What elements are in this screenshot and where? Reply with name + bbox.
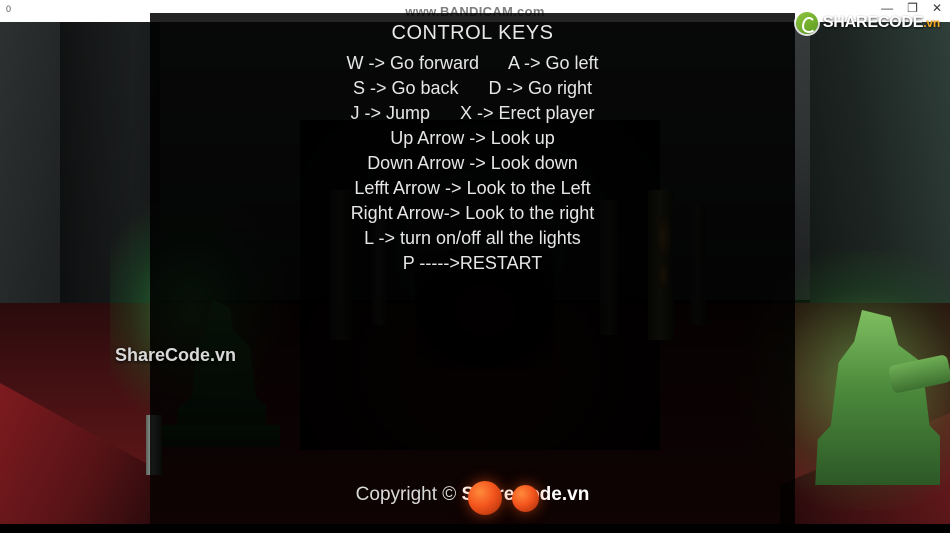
orange-sphere <box>512 485 539 512</box>
sharecode-center-watermark: ShareCode.vn <box>115 345 237 365</box>
control-key-line: P ----->RESTART <box>402 253 543 273</box>
control-key-line: S -> Go back D -> Go right <box>352 78 593 98</box>
copyright-prefix: Copyright © <box>355 484 462 505</box>
control-key-line: Lefft Arrow -> Look to the Left <box>354 178 591 198</box>
control-key-line: J -> Jump X -> Erect player <box>350 103 595 123</box>
orange-sphere <box>468 481 502 515</box>
control-key-line: W -> Go forward A -> Go left <box>346 53 599 73</box>
control-key-line: Up Arrow -> Look up <box>390 128 555 148</box>
control-key-line: Right Arrow-> Look to the right <box>350 203 595 223</box>
game-screenshot: 0 — ❐ ✕ www.BANDICAM.com SHARECODE.vn CO… <box>0 0 950 533</box>
control-key-line: Down Arrow -> Look down <box>367 153 578 173</box>
sharecode-watermark-tld: .vn <box>923 16 940 30</box>
bottom-letterbox <box>0 524 950 533</box>
sharecode-watermark-name: SHARECODE <box>822 14 924 31</box>
sharecode-leaf-icon <box>795 12 818 34</box>
control-keys-list: W -> Go forward A -> Go left S -> Go bac… <box>150 51 795 276</box>
sharecode-watermark: SHARECODE.vn <box>795 12 940 34</box>
sharecode-watermark-text: SHARECODE.vn <box>823 14 940 32</box>
overlay-title: CONTROL KEYS <box>391 22 554 44</box>
control-keys-overlay: CONTROL KEYS W -> Go forward A -> Go lef… <box>115 13 795 524</box>
control-key-line: L -> turn on/off all the lights <box>364 228 581 248</box>
